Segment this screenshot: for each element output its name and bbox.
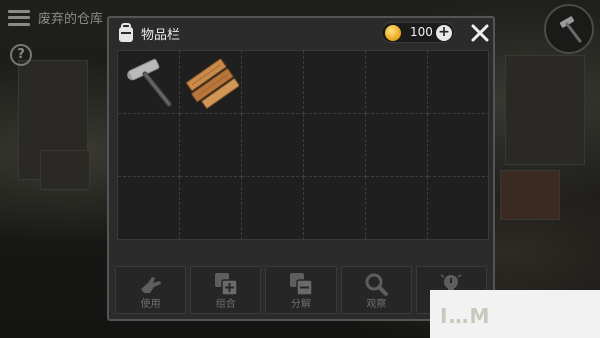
inventory-slot-planks[interactable]: [180, 51, 242, 114]
inventory-slot-empty[interactable]: [428, 177, 490, 240]
combine-icon: [214, 273, 238, 296]
coin-icon: [385, 25, 401, 41]
inventory-slot-empty[interactable]: [366, 51, 428, 114]
inventory-slot-empty[interactable]: [304, 114, 366, 177]
combine-button[interactable]: 组合: [190, 266, 262, 314]
wooden-planks-icon: [186, 58, 239, 109]
crate-right: [500, 170, 560, 220]
hammer-icon: [127, 58, 172, 107]
coin-counter: 100 +: [381, 22, 455, 43]
inventory-slot-empty[interactable]: [180, 114, 242, 177]
magnifier-icon: [365, 273, 389, 296]
inventory-slot-empty[interactable]: [242, 51, 304, 114]
inventory-slot-empty[interactable]: [118, 114, 180, 177]
inventory-slot-empty[interactable]: [428, 51, 490, 114]
shelf-right: [505, 55, 585, 165]
inventory-slot-empty[interactable]: [304, 51, 366, 114]
inventory-slot-empty[interactable]: [242, 177, 304, 240]
equipped-item-slot[interactable]: [544, 4, 594, 54]
box-left: [40, 150, 90, 190]
inventory-slot-empty[interactable]: [118, 177, 180, 240]
coin-value: 100: [410, 25, 433, 39]
split-button[interactable]: 分解: [265, 266, 337, 314]
examine-button[interactable]: 观察: [340, 266, 412, 314]
hud-top-left: 废弃的仓库: [8, 8, 103, 27]
hammer-icon: [559, 16, 582, 43]
inventory-slot-empty[interactable]: [180, 177, 242, 240]
split-icon: [290, 273, 313, 296]
location-label: 废弃的仓库: [38, 12, 104, 27]
inventory-slot-hammer[interactable]: [118, 51, 180, 114]
split-label: 分解: [291, 299, 311, 310]
inventory-slot-empty[interactable]: [366, 177, 428, 240]
watermark-overlay: I…M: [430, 290, 600, 338]
use-label: 使用: [140, 299, 161, 310]
inventory-slot-empty[interactable]: [304, 177, 366, 240]
inventory-slot-empty[interactable]: [366, 114, 428, 177]
inventory-slot-empty[interactable]: [428, 114, 490, 177]
use-button[interactable]: 使用: [115, 266, 187, 314]
backpack-icon: [119, 23, 133, 42]
inventory-title: 物品栏: [141, 28, 181, 43]
hand-icon: [140, 277, 161, 293]
combine-label: 组合: [215, 299, 236, 310]
examine-label: 观察: [366, 299, 387, 310]
close-icon[interactable]: [469, 22, 491, 44]
inventory-slot-empty[interactable]: [242, 114, 304, 177]
help-icon[interactable]: ?: [10, 44, 32, 66]
inventory-grid: [117, 50, 490, 240]
watermark-text: I…M: [440, 304, 491, 328]
menu-icon[interactable]: [8, 9, 30, 26]
add-coins-button[interactable]: +: [436, 25, 452, 41]
inventory-header: 物品栏 100 +: [109, 18, 493, 48]
inventory-panel: 物品栏 100 + 使用 组合 分解 观察: [107, 16, 495, 321]
